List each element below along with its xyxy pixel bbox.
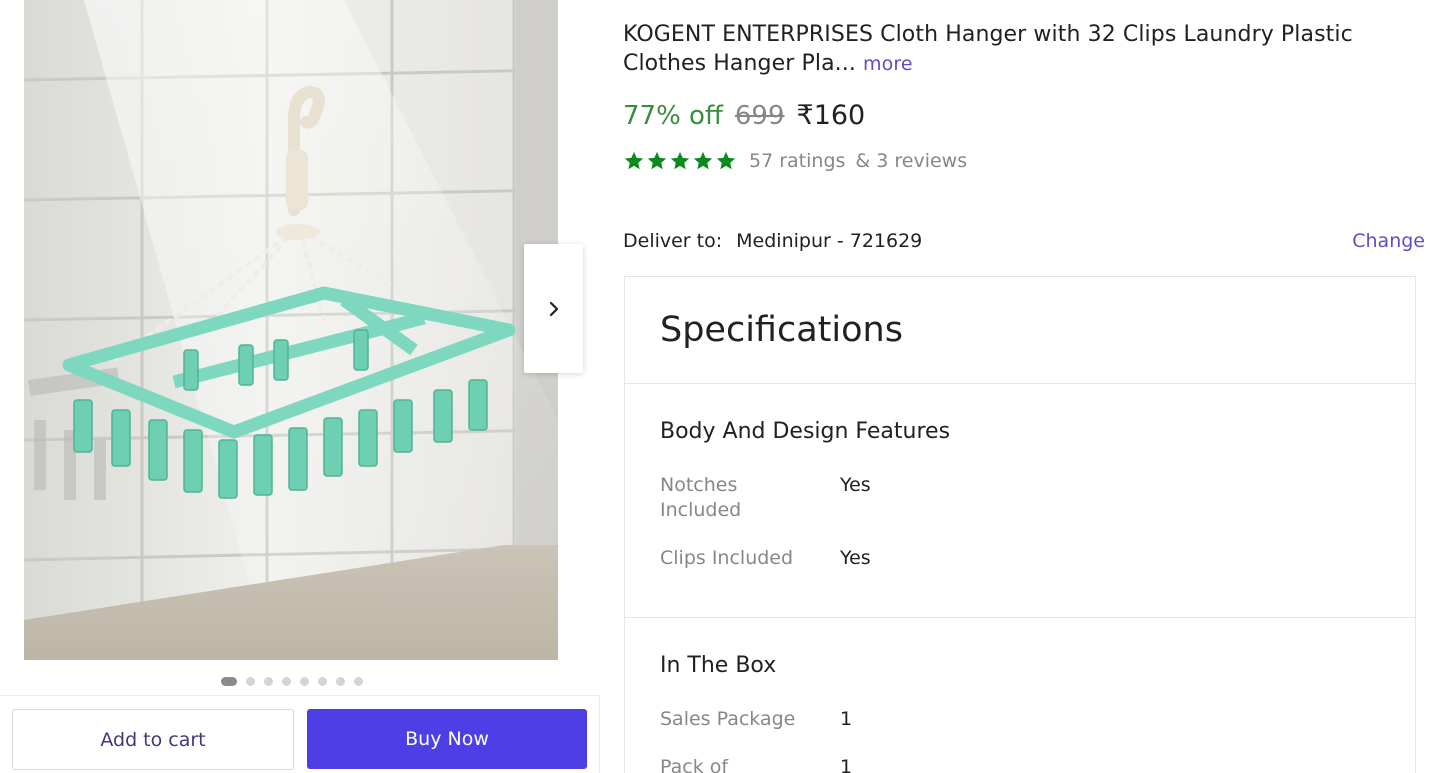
selling-price: ₹160 <box>796 100 866 131</box>
add-to-cart-button[interactable]: Add to cart <box>12 709 294 770</box>
spec-key: Clips Included <box>660 547 794 569</box>
spec-section-body-design: Body And Design Features Notches Include… <box>625 384 1415 618</box>
carousel-dot[interactable] <box>282 677 291 686</box>
carousel-dot[interactable] <box>336 677 345 686</box>
product-title-text: KOGENT ENTERPRISES Cloth Hanger with 32 … <box>623 22 1353 76</box>
spec-key: Notches Included <box>660 474 742 521</box>
delivery-row: Deliver to: Medinipur - 721629 Change <box>623 228 1428 254</box>
carousel-dot[interactable] <box>264 677 273 686</box>
spec-key: Sales Package <box>660 708 796 730</box>
spec-section-title: Body And Design Features <box>660 419 951 444</box>
product-image[interactable] <box>24 0 558 660</box>
ratings-count: 57 ratings <box>749 150 846 172</box>
deliver-to-label: Deliver to: <box>623 230 723 252</box>
more-link[interactable]: more <box>863 53 913 75</box>
carousel-dot[interactable] <box>246 677 255 686</box>
spec-key: Pack of <box>660 756 729 773</box>
change-location-link[interactable]: Change <box>1352 230 1425 252</box>
star-icon <box>624 151 644 170</box>
carousel-dots <box>221 677 363 686</box>
product-page: Add to cart Buy Now KOGENT ENTERPRISES C… <box>0 0 1440 773</box>
hanger-photo <box>24 0 558 660</box>
star-icon <box>693 151 713 170</box>
spec-value: Yes <box>840 547 871 569</box>
product-title: KOGENT ENTERPRISES Cloth Hanger with 32 … <box>623 20 1413 79</box>
action-bar: Add to cart Buy Now <box>0 695 600 773</box>
spec-row: Notches Included Yes <box>660 473 1415 523</box>
carousel-dot[interactable] <box>221 677 237 686</box>
rating-row[interactable]: 57 ratings & 3 reviews <box>623 148 967 174</box>
carousel-dot[interactable] <box>300 677 309 686</box>
spec-row: Pack of 1 <box>660 755 1415 773</box>
spec-value: 1 <box>840 756 853 773</box>
buy-now-button[interactable]: Buy Now <box>307 709 587 769</box>
price-row: 77% off 699 ₹160 <box>623 100 865 136</box>
star-icon <box>647 151 667 170</box>
chevron-right-icon <box>549 301 558 316</box>
spec-value: Yes <box>840 474 871 496</box>
spec-value: 1 <box>840 708 853 730</box>
carousel-dot[interactable] <box>318 677 327 686</box>
discount-badge: 77% off <box>623 101 723 131</box>
spec-row: Sales Package 1 <box>660 707 1415 732</box>
next-image-button[interactable] <box>524 244 583 373</box>
specifications-header: Specifications <box>625 277 1415 384</box>
star-icon <box>716 151 736 170</box>
spec-section-title: In The Box <box>660 653 777 678</box>
carousel-dot[interactable] <box>354 677 363 686</box>
original-price: 699 <box>734 101 785 131</box>
reviews-count: & 3 reviews <box>855 150 968 172</box>
delivery-location: Medinipur - 721629 <box>736 230 923 252</box>
spec-section-in-the-box: In The Box Sales Package 1 Pack of 1 <box>625 618 1415 773</box>
specifications-panel: Specifications Body And Design Features … <box>624 276 1416 773</box>
spec-row: Clips Included Yes <box>660 546 1415 571</box>
specifications-title: Specifications <box>660 310 903 350</box>
star-rating <box>623 150 737 172</box>
star-icon <box>670 151 690 170</box>
